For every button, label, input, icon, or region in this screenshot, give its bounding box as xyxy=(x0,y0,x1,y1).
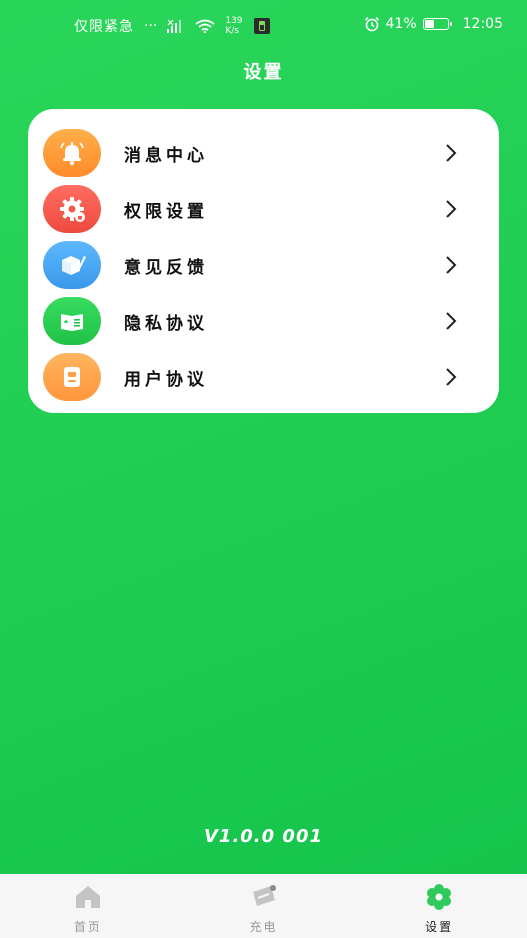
no-signal-icon xyxy=(167,19,182,33)
document-icon xyxy=(64,367,80,387)
menu-item-feedback[interactable]: 意见反馈 xyxy=(28,237,499,293)
wifi-icon xyxy=(195,19,215,33)
menu-item-message-center[interactable]: 消息中心 xyxy=(28,125,499,181)
status-bar: 仅限紧急 ··· 139 K/s 41% 12:05 xyxy=(0,0,527,50)
nav-label: 充电 xyxy=(249,920,278,934)
nav-tab-charge[interactable]: 充电 xyxy=(176,874,352,938)
menu-item-label: 权限设置 xyxy=(124,201,208,222)
nav-tab-home[interactable]: 首页 xyxy=(0,874,176,938)
net-speed-unit: K/s xyxy=(225,26,239,36)
battery-percent: 41% xyxy=(385,16,417,32)
document-icon-badge xyxy=(43,353,101,401)
battery-level xyxy=(424,20,435,28)
alarm-icon xyxy=(364,16,379,32)
chevron-right-icon xyxy=(446,200,457,218)
menu-item-user-agreement[interactable]: 用户协议 xyxy=(28,349,499,405)
net-speed: 139 K/s xyxy=(225,16,242,36)
nav-label: 首页 xyxy=(73,920,102,934)
net-speed-value: 139 xyxy=(225,16,243,26)
chevron-right-icon xyxy=(446,256,457,274)
bell-icon xyxy=(60,142,84,166)
settings-menu-card: 消息中心 权限设置 意见反馈 隐私协议 用户协议 xyxy=(28,109,499,413)
home-icon xyxy=(75,886,100,908)
privacy-card-icon-badge xyxy=(43,297,101,345)
settings-flower-icon xyxy=(427,884,452,910)
bell-icon-badge xyxy=(43,129,101,177)
charge-icon xyxy=(252,885,276,906)
nav-label: 设置 xyxy=(425,920,454,934)
app-version: V1.0.0 001 xyxy=(203,826,324,847)
feedback-icon xyxy=(62,256,86,275)
menu-item-permission-settings[interactable]: 权限设置 xyxy=(28,181,499,237)
battery-icon xyxy=(422,18,452,30)
status-left: 仅限紧急 ··· 139 K/s xyxy=(74,16,271,36)
menu-item-label: 意见反馈 xyxy=(124,257,208,278)
carrier-label: 仅限紧急 xyxy=(74,19,134,35)
chevron-right-icon xyxy=(446,144,457,162)
menu-item-privacy-agreement[interactable]: 隐私协议 xyxy=(28,293,499,349)
clock-time: 12:05 xyxy=(462,16,503,32)
feedback-icon-badge xyxy=(43,241,101,289)
gear-icon-badge xyxy=(43,185,101,233)
page-title: 设置 xyxy=(243,62,284,83)
app-notification-icon xyxy=(253,18,270,34)
status-right: 41% 12:05 xyxy=(364,16,503,32)
more-indicator: ··· xyxy=(144,18,158,34)
chevron-right-icon xyxy=(446,312,457,330)
menu-item-label: 用户协议 xyxy=(124,369,208,390)
menu-item-label: 消息中心 xyxy=(124,145,208,166)
gear-icon xyxy=(60,197,85,222)
bottom-nav: 首页 充电 设置 xyxy=(0,874,527,938)
menu-item-label: 隐私协议 xyxy=(124,313,208,334)
privacy-card-icon xyxy=(61,314,83,331)
settings-screen: 仅限紧急 ··· 139 K/s 41% 12:05 设置 消息中心 权限设置 … xyxy=(0,0,527,938)
nav-tab-settings[interactable]: 设置 xyxy=(351,874,527,938)
chevron-right-icon xyxy=(446,368,457,386)
